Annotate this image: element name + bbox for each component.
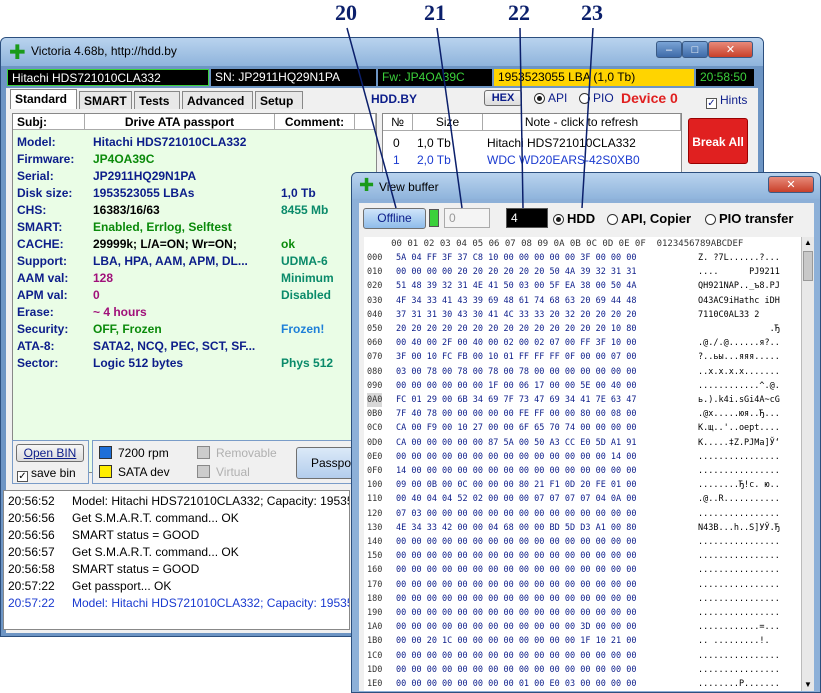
annotation-line-20 <box>346 27 397 209</box>
annotation-line-23 <box>581 27 594 209</box>
annotation-lines <box>346 27 594 209</box>
annotation-line-22 <box>519 27 524 209</box>
annotation-line-21 <box>436 27 463 209</box>
